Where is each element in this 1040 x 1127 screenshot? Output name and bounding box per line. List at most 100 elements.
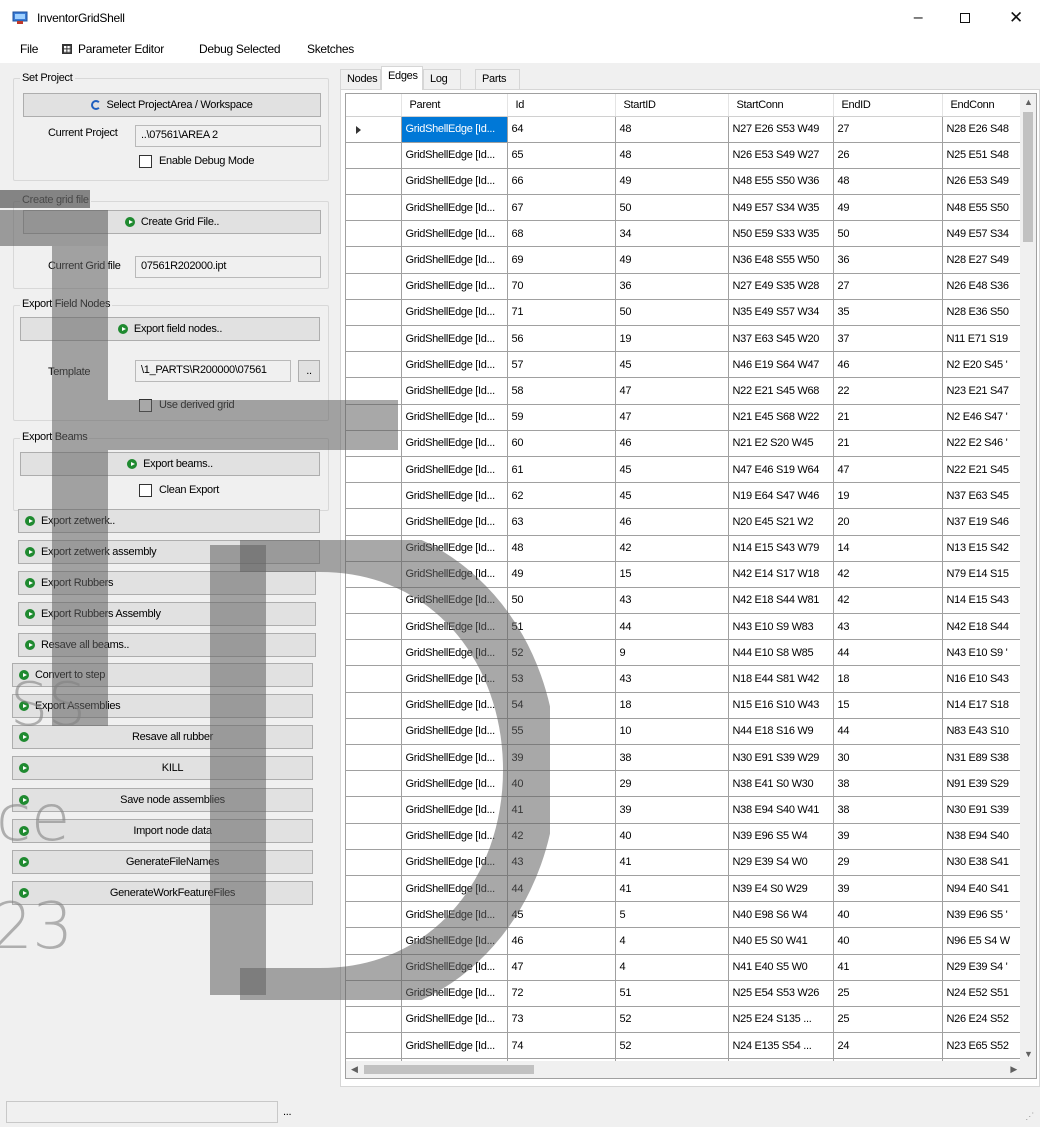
cell-id[interactable]: 68 bbox=[507, 220, 616, 248]
cell-endid[interactable]: 48 bbox=[833, 168, 943, 196]
browse-button[interactable]: .. bbox=[298, 360, 320, 382]
cell-endconn[interactable]: N39 E96 S5 ' bbox=[942, 901, 1023, 929]
cell-startconn[interactable]: N27 E49 S35 W28 bbox=[728, 273, 834, 300]
cell-startconn[interactable]: N38 E94 S40 W41 bbox=[728, 796, 834, 824]
cell-id[interactable]: 55 bbox=[507, 718, 616, 746]
cell-parent[interactable]: GridShellEdge [Id... bbox=[401, 456, 508, 484]
cell-endid[interactable]: 25 bbox=[833, 980, 943, 1007]
cell-startconn[interactable]: N26 E53 S49 W27 bbox=[728, 142, 834, 169]
table-row[interactable]: GridShellEdge [Id... 40 29 N38 E41 S0 W30 38… bbox=[346, 770, 1023, 798]
cell-startid[interactable]: 29 bbox=[615, 770, 729, 798]
tab-edges[interactable]: Edges bbox=[381, 66, 423, 90]
create-grid-file-button[interactable]: Create Grid File.. bbox=[23, 210, 321, 234]
resave-rubber-button[interactable]: Resave all rubber bbox=[12, 725, 313, 749]
cell-endconn[interactable]: N96 E5 S4 W bbox=[942, 927, 1023, 955]
cell-endid[interactable]: 22 bbox=[833, 377, 943, 405]
row-header[interactable] bbox=[346, 1006, 402, 1034]
cell-startid[interactable]: 50 bbox=[615, 194, 729, 222]
cell-parent[interactable]: GridShellEdge [Id... bbox=[401, 116, 508, 143]
table-row[interactable]: GridShellEdge [Id... 51 44 N43 E10 S9 W83 43… bbox=[346, 613, 1023, 641]
cell-startconn[interactable]: N29 E39 S4 W0 bbox=[728, 849, 834, 876]
cell-startconn[interactable]: N46 E19 S64 W47 bbox=[728, 351, 834, 379]
cell-parent[interactable]: GridShellEdge [Id... bbox=[401, 613, 508, 641]
cell-startconn[interactable]: N39 E96 S5 W4 bbox=[728, 823, 834, 850]
cell-startconn[interactable]: N18 E44 S81 W42 bbox=[728, 665, 834, 693]
cell-endconn[interactable]: N29 E39 S4 ' bbox=[942, 954, 1023, 981]
save-node-assemblies-button[interactable]: Save node assemblies bbox=[12, 788, 313, 812]
cell-startconn[interactable]: N48 E55 S50 W36 bbox=[728, 168, 834, 196]
cell-startconn[interactable]: N44 E10 S8 W85 bbox=[728, 639, 834, 667]
cell-parent[interactable]: GridShellEdge [Id... bbox=[401, 351, 508, 379]
cell-id[interactable]: 61 bbox=[507, 456, 616, 484]
resize-grip-icon[interactable]: ⋰ bbox=[1025, 1111, 1034, 1122]
vertical-scroll-thumb[interactable] bbox=[1023, 112, 1033, 242]
cell-endconn[interactable]: N23 E65 S52 bbox=[942, 1032, 1023, 1060]
cell-startid[interactable]: 49 bbox=[615, 168, 729, 196]
cell-startid[interactable]: 9 bbox=[615, 639, 729, 667]
menu-file[interactable]: File bbox=[20, 42, 38, 56]
cell-parent[interactable]: GridShellEdge [Id... bbox=[401, 1006, 508, 1034]
cell-endid[interactable]: 20 bbox=[833, 508, 943, 536]
cell-parent[interactable]: GridShellEdge [Id... bbox=[401, 194, 508, 222]
cell-id[interactable]: 60 bbox=[507, 430, 616, 457]
cell-endconn[interactable]: N16 E10 S43 bbox=[942, 665, 1023, 693]
row-header[interactable] bbox=[346, 194, 402, 222]
column-header-id[interactable]: Id bbox=[507, 94, 616, 117]
row-header[interactable] bbox=[346, 273, 402, 300]
cell-id[interactable]: 72 bbox=[507, 980, 616, 1007]
table-row[interactable]: GridShellEdge [Id... 71 50 N35 E49 S57 W34 3… bbox=[346, 299, 1023, 327]
row-header[interactable] bbox=[346, 901, 402, 929]
cell-id[interactable]: 46 bbox=[507, 927, 616, 955]
cell-id[interactable]: 56 bbox=[507, 325, 616, 353]
table-row[interactable]: GridShellEdge [Id... 39 38 N30 E91 S39 W29 3… bbox=[346, 744, 1023, 772]
cell-endid[interactable]: 40 bbox=[833, 901, 943, 929]
cell-startid[interactable]: 42 bbox=[615, 535, 729, 562]
row-header[interactable] bbox=[346, 770, 402, 798]
table-row[interactable]: GridShellEdge [Id... 73 52 N25 E24 S135 ...… bbox=[346, 1006, 1023, 1034]
cell-id[interactable]: 47 bbox=[507, 954, 616, 981]
cell-endid[interactable]: 42 bbox=[833, 561, 943, 588]
cell-endconn[interactable]: N48 E55 S50 bbox=[942, 194, 1023, 222]
convert-step-button[interactable]: Convert to step bbox=[12, 663, 313, 687]
cell-endid[interactable]: 40 bbox=[833, 927, 943, 955]
cell-id[interactable]: 41 bbox=[507, 796, 616, 824]
table-row[interactable]: GridShellEdge [Id... 48 42 N14 E15 S43 W79 1… bbox=[346, 535, 1023, 562]
row-header[interactable] bbox=[346, 692, 402, 719]
cell-endconn[interactable]: N26 E24 S52 bbox=[942, 1006, 1023, 1034]
cell-endconn[interactable]: N37 E63 S45 bbox=[942, 482, 1023, 510]
cell-endid[interactable]: 42 bbox=[833, 587, 943, 615]
table-row[interactable]: GridShellEdge [Id... 66 49 N48 E55 S50 W36 4… bbox=[346, 168, 1023, 196]
cell-parent[interactable]: GridShellEdge [Id... bbox=[401, 770, 508, 798]
cell-id[interactable]: 57 bbox=[507, 351, 616, 379]
table-row[interactable]: GridShellEdge [Id... 65 48 N26 E53 S49 W27 2… bbox=[346, 142, 1023, 169]
cell-endid[interactable]: 39 bbox=[833, 875, 943, 903]
cell-startid[interactable]: 4 bbox=[615, 927, 729, 955]
cell-endid[interactable]: 27 bbox=[833, 273, 943, 300]
cell-parent[interactable]: GridShellEdge [Id... bbox=[401, 482, 508, 510]
cell-parent[interactable]: GridShellEdge [Id... bbox=[401, 796, 508, 824]
cell-id[interactable]: 50 bbox=[507, 587, 616, 615]
row-header[interactable] bbox=[346, 299, 402, 327]
cell-endconn[interactable]: N28 E26 S48 bbox=[942, 116, 1023, 143]
cell-endconn[interactable]: N43 E10 S9 ' bbox=[942, 639, 1023, 667]
table-row[interactable]: GridShellEdge [Id... 57 45 N46 E19 S64 W47 4… bbox=[346, 351, 1023, 379]
cell-startconn[interactable]: N24 E135 S54 ... bbox=[728, 1032, 834, 1060]
cell-id[interactable]: 40 bbox=[507, 770, 616, 798]
cell-parent[interactable]: GridShellEdge [Id... bbox=[401, 927, 508, 955]
table-row[interactable]: GridShellEdge [Id... 70 36 N27 E49 S35 W28 2… bbox=[346, 273, 1023, 300]
cell-startconn[interactable]: N25 E54 S53 W26 bbox=[728, 980, 834, 1007]
table-row[interactable]: GridShellEdge [Id... 44 41 N39 E4 S0 W29 39 N… bbox=[346, 875, 1023, 903]
cell-startid[interactable]: 38 bbox=[615, 744, 729, 772]
cell-endconn[interactable]: N22 E2 S46 ' bbox=[942, 430, 1023, 457]
cell-id[interactable]: 69 bbox=[507, 246, 616, 274]
cell-startid[interactable]: 48 bbox=[615, 142, 729, 169]
minimize-icon[interactable]: – bbox=[895, 0, 941, 36]
cell-endid[interactable]: 39 bbox=[833, 823, 943, 850]
cell-startid[interactable]: 46 bbox=[615, 508, 729, 536]
cell-startconn[interactable]: N50 E59 S33 W35 bbox=[728, 220, 834, 248]
cell-endconn[interactable]: N11 E71 S19 bbox=[942, 325, 1023, 353]
cell-endid[interactable]: 14 bbox=[833, 535, 943, 562]
row-header[interactable] bbox=[346, 482, 402, 510]
cell-parent[interactable]: GridShellEdge [Id... bbox=[401, 744, 508, 772]
row-header[interactable] bbox=[346, 246, 402, 274]
